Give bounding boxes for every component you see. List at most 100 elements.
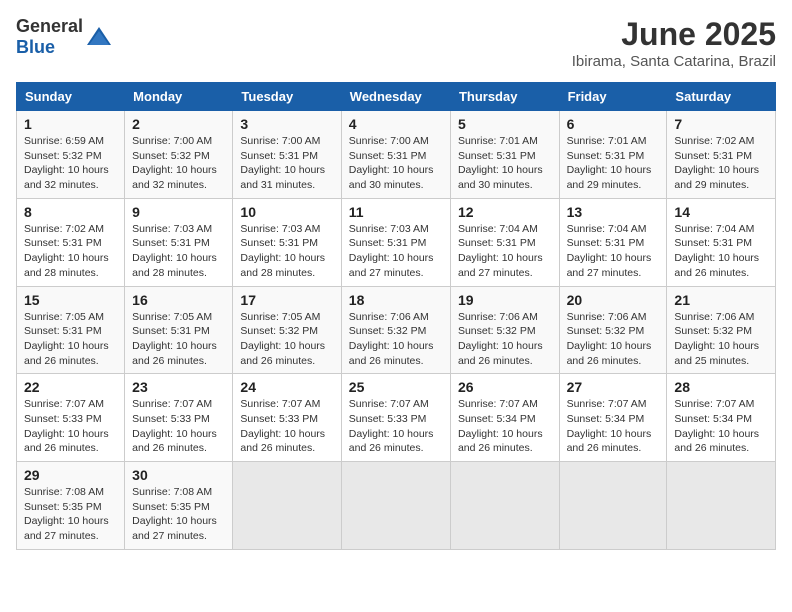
day-info: Sunrise: 7:03 AM Sunset: 5:31 PM Dayligh…: [132, 222, 225, 281]
location-subtitle: Ibirama, Santa Catarina, Brazil: [572, 53, 776, 70]
day-number: 1: [24, 116, 117, 132]
day-info: Sunrise: 7:07 AM Sunset: 5:34 PM Dayligh…: [458, 397, 552, 456]
calendar-cell: 7 Sunrise: 7:02 AM Sunset: 5:31 PM Daylig…: [667, 111, 776, 199]
day-info: Sunrise: 7:06 AM Sunset: 5:32 PM Dayligh…: [567, 310, 660, 369]
day-info: Sunrise: 7:00 AM Sunset: 5:32 PM Dayligh…: [132, 134, 225, 193]
day-info: Sunrise: 7:04 AM Sunset: 5:31 PM Dayligh…: [674, 222, 768, 281]
day-number: 30: [132, 467, 225, 483]
weekday-saturday: Saturday: [667, 83, 776, 111]
day-number: 24: [240, 379, 333, 395]
calendar-cell: [341, 462, 450, 550]
calendar-cell: 9 Sunrise: 7:03 AM Sunset: 5:31 PM Daylig…: [125, 198, 233, 286]
day-info: Sunrise: 7:00 AM Sunset: 5:31 PM Dayligh…: [349, 134, 443, 193]
weekday-header-row: SundayMondayTuesdayWednesdayThursdayFrid…: [17, 83, 776, 111]
calendar-week-2: 8 Sunrise: 7:02 AM Sunset: 5:31 PM Daylig…: [17, 198, 776, 286]
calendar-cell: 28 Sunrise: 7:07 AM Sunset: 5:34 PM Dayli…: [667, 374, 776, 462]
calendar-cell: 30 Sunrise: 7:08 AM Sunset: 5:35 PM Dayli…: [125, 462, 233, 550]
day-number: 7: [674, 116, 768, 132]
calendar-week-5: 29 Sunrise: 7:08 AM Sunset: 5:35 PM Dayli…: [17, 462, 776, 550]
day-info: Sunrise: 7:05 AM Sunset: 5:32 PM Dayligh…: [240, 310, 333, 369]
day-number: 29: [24, 467, 117, 483]
calendar-week-1: 1Sunrise: 6:59 AM Sunset: 5:32 PM Daylig…: [17, 111, 776, 199]
calendar-cell: 21 Sunrise: 7:06 AM Sunset: 5:32 PM Dayli…: [667, 286, 776, 374]
calendar-cell: 24 Sunrise: 7:07 AM Sunset: 5:33 PM Dayli…: [233, 374, 341, 462]
calendar-cell: 6 Sunrise: 7:01 AM Sunset: 5:31 PM Daylig…: [559, 111, 667, 199]
day-number: 13: [567, 204, 660, 220]
page-header: General Blue June 2025 Ibirama, Santa Ca…: [16, 16, 776, 70]
day-info: Sunrise: 7:08 AM Sunset: 5:35 PM Dayligh…: [132, 485, 225, 544]
weekday-monday: Monday: [125, 83, 233, 111]
calendar-cell: 29 Sunrise: 7:08 AM Sunset: 5:35 PM Dayli…: [17, 462, 125, 550]
calendar-cell: 5Sunrise: 7:01 AM Sunset: 5:31 PM Daylig…: [450, 111, 559, 199]
day-number: 18: [349, 292, 443, 308]
day-info: Sunrise: 7:02 AM Sunset: 5:31 PM Dayligh…: [24, 222, 117, 281]
calendar-cell: 19 Sunrise: 7:06 AM Sunset: 5:32 PM Dayli…: [450, 286, 559, 374]
day-info: Sunrise: 7:07 AM Sunset: 5:33 PM Dayligh…: [240, 397, 333, 456]
day-number: 27: [567, 379, 660, 395]
calendar-cell: [233, 462, 341, 550]
day-number: 2: [132, 116, 225, 132]
calendar-week-4: 22 Sunrise: 7:07 AM Sunset: 5:33 PM Dayli…: [17, 374, 776, 462]
day-info: Sunrise: 7:04 AM Sunset: 5:31 PM Dayligh…: [458, 222, 552, 281]
calendar-cell: 15 Sunrise: 7:05 AM Sunset: 5:31 PM Dayli…: [17, 286, 125, 374]
day-info: Sunrise: 7:07 AM Sunset: 5:33 PM Dayligh…: [24, 397, 117, 456]
day-number: 17: [240, 292, 333, 308]
day-info: Sunrise: 7:00 AM Sunset: 5:31 PM Dayligh…: [240, 134, 333, 193]
logo-blue: Blue: [16, 37, 55, 57]
day-number: 8: [24, 204, 117, 220]
day-info: Sunrise: 7:04 AM Sunset: 5:31 PM Dayligh…: [567, 222, 660, 281]
day-number: 28: [674, 379, 768, 395]
calendar-cell: 23Sunrise: 7:07 AM Sunset: 5:33 PM Dayli…: [125, 374, 233, 462]
day-info: Sunrise: 7:01 AM Sunset: 5:31 PM Dayligh…: [567, 134, 660, 193]
calendar-cell: 18 Sunrise: 7:06 AM Sunset: 5:32 PM Dayli…: [341, 286, 450, 374]
weekday-friday: Friday: [559, 83, 667, 111]
weekday-sunday: Sunday: [17, 83, 125, 111]
calendar-cell: 26Sunrise: 7:07 AM Sunset: 5:34 PM Dayli…: [450, 374, 559, 462]
day-number: 16: [132, 292, 225, 308]
weekday-tuesday: Tuesday: [233, 83, 341, 111]
day-number: 22: [24, 379, 117, 395]
day-number: 11: [349, 204, 443, 220]
day-number: 12: [458, 204, 552, 220]
day-number: 21: [674, 292, 768, 308]
day-number: 4: [349, 116, 443, 132]
weekday-thursday: Thursday: [450, 83, 559, 111]
day-info: Sunrise: 7:02 AM Sunset: 5:31 PM Dayligh…: [674, 134, 768, 193]
logo-general: General: [16, 16, 83, 36]
calendar-cell: 14Sunrise: 7:04 AM Sunset: 5:31 PM Dayli…: [667, 198, 776, 286]
day-number: 3: [240, 116, 333, 132]
day-info: Sunrise: 7:08 AM Sunset: 5:35 PM Dayligh…: [24, 485, 117, 544]
day-info: Sunrise: 7:06 AM Sunset: 5:32 PM Dayligh…: [458, 310, 552, 369]
weekday-wednesday: Wednesday: [341, 83, 450, 111]
calendar-week-3: 15 Sunrise: 7:05 AM Sunset: 5:31 PM Dayli…: [17, 286, 776, 374]
calendar-cell: 4 Sunrise: 7:00 AM Sunset: 5:31 PM Daylig…: [341, 111, 450, 199]
logo: General Blue: [16, 16, 113, 58]
day-info: Sunrise: 7:06 AM Sunset: 5:32 PM Dayligh…: [349, 310, 443, 369]
day-info: Sunrise: 7:05 AM Sunset: 5:31 PM Dayligh…: [24, 310, 117, 369]
calendar-cell: 13 Sunrise: 7:04 AM Sunset: 5:31 PM Dayli…: [559, 198, 667, 286]
calendar-cell: 17 Sunrise: 7:05 AM Sunset: 5:32 PM Dayli…: [233, 286, 341, 374]
day-info: Sunrise: 7:07 AM Sunset: 5:33 PM Dayligh…: [349, 397, 443, 456]
month-title: June 2025: [572, 16, 776, 53]
day-number: 19: [458, 292, 552, 308]
day-number: 5: [458, 116, 552, 132]
day-number: 6: [567, 116, 660, 132]
calendar-cell: 3 Sunrise: 7:00 AM Sunset: 5:31 PM Daylig…: [233, 111, 341, 199]
calendar-cell: 8 Sunrise: 7:02 AM Sunset: 5:31 PM Daylig…: [17, 198, 125, 286]
day-info: Sunrise: 7:06 AM Sunset: 5:32 PM Dayligh…: [674, 310, 768, 369]
calendar-cell: [559, 462, 667, 550]
day-number: 15: [24, 292, 117, 308]
calendar-cell: 27 Sunrise: 7:07 AM Sunset: 5:34 PM Dayli…: [559, 374, 667, 462]
calendar-cell: 22 Sunrise: 7:07 AM Sunset: 5:33 PM Dayli…: [17, 374, 125, 462]
day-info: Sunrise: 7:07 AM Sunset: 5:34 PM Dayligh…: [674, 397, 768, 456]
day-number: 9: [132, 204, 225, 220]
day-info: Sunrise: 7:03 AM Sunset: 5:31 PM Dayligh…: [349, 222, 443, 281]
day-number: 25: [349, 379, 443, 395]
day-info: Sunrise: 7:03 AM Sunset: 5:31 PM Dayligh…: [240, 222, 333, 281]
calendar-table: SundayMondayTuesdayWednesdayThursdayFrid…: [16, 82, 776, 550]
day-number: 23: [132, 379, 225, 395]
calendar-cell: [667, 462, 776, 550]
calendar-cell: 20Sunrise: 7:06 AM Sunset: 5:32 PM Dayli…: [559, 286, 667, 374]
day-info: Sunrise: 7:07 AM Sunset: 5:34 PM Dayligh…: [567, 397, 660, 456]
day-number: 10: [240, 204, 333, 220]
